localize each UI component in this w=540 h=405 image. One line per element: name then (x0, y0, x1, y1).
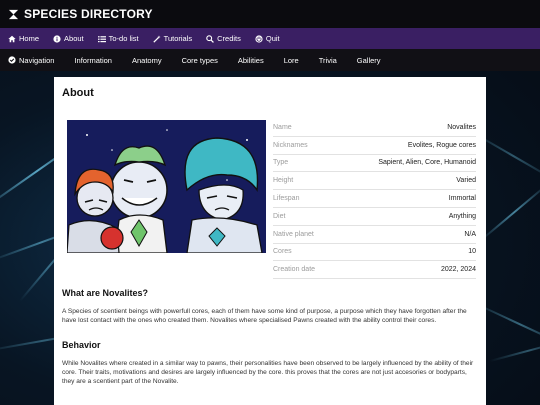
info-row-type: Type Sapient, Alien, Core, Humanoid (273, 155, 476, 173)
main-nav: Home About To-do list Tutorials Credits … (0, 28, 540, 49)
species-illustration (67, 120, 266, 253)
content-panel: About Name Novalites Nicknames Evolites,… (54, 77, 486, 405)
home-icon (8, 35, 16, 42)
info-value: 2022, 2024 (440, 266, 476, 274)
nav-tutorials[interactable]: Tutorials (152, 34, 193, 43)
info-icon (53, 34, 61, 43)
info-row-lifespan: Lifespan Immortal (273, 190, 476, 208)
wand-icon (152, 34, 161, 43)
info-value: 10 (468, 248, 476, 256)
nav-about-label: About (64, 34, 84, 43)
behavior-heading: Behavior (62, 340, 101, 350)
info-row-cores: Cores 10 (273, 244, 476, 262)
top-bar: SPECIES DIRECTORY (0, 0, 540, 28)
info-key: Type (273, 159, 289, 167)
nav-home-label: Home (19, 34, 40, 43)
info-row-height: Height Varied (273, 172, 476, 191)
hourglass-icon (8, 9, 19, 19)
subnav-navigation-label: Navigation (19, 55, 55, 65)
nav-credits-label: Credits (217, 34, 241, 43)
subnav-lore[interactable]: Lore (284, 56, 299, 65)
nav-about[interactable]: About (53, 34, 84, 43)
info-row-nicknames: Nicknames Evolites, Rogue cores (273, 137, 476, 155)
info-row-native-planet: Native planet N/A (273, 226, 476, 244)
power-icon (255, 34, 263, 43)
behavior-paragraph: While Novalites where created in a simil… (62, 360, 474, 385)
what-are-paragraph: A Species of scentient beings with power… (62, 308, 467, 324)
site-title[interactable]: SPECIES DIRECTORY (24, 7, 153, 21)
info-key: Creation date (273, 266, 316, 274)
info-key: Name (273, 123, 292, 131)
info-row-name: Name Novalites (273, 119, 476, 137)
subnav-information-label: Information (74, 55, 112, 65)
info-key: Nicknames (273, 141, 308, 149)
species-info-table: Name Novalites Nicknames Evolites, Rogue c… (273, 119, 476, 280)
subnav-core-types-label: Core types (181, 55, 218, 65)
nav-tutorials-label: Tutorials (163, 34, 193, 43)
subnav-abilities-label: Abilities (237, 55, 264, 65)
info-value: Evolites, Rogue cores (407, 141, 476, 149)
subnav-lore-label: Lore (283, 55, 299, 65)
check-icon (8, 56, 16, 64)
nav-credits[interactable]: Credits (206, 34, 241, 43)
subnav-information[interactable]: Information (74, 56, 112, 65)
nav-home[interactable]: Home (8, 34, 39, 43)
subnav-gallery[interactable]: Gallery (357, 56, 381, 65)
info-row-creation-date: Creation date 2022, 2024 (273, 261, 476, 280)
subnav-core-types[interactable]: Core types (182, 56, 218, 65)
info-value: Sapient, Alien, Core, Humanoid (378, 159, 476, 167)
info-key: Lifespan (273, 195, 300, 203)
subnav-gallery-label: Gallery (356, 55, 381, 65)
info-value: Novalites (447, 123, 476, 131)
info-key: Cores (273, 248, 292, 256)
info-value: Anything (448, 212, 476, 220)
subnav-navigation[interactable]: Navigation (8, 56, 54, 65)
info-value: N/A (464, 230, 476, 238)
list-icon (97, 35, 106, 42)
what-are-heading: What are Novalites? (62, 288, 149, 298)
nav-todo[interactable]: To-do list (97, 34, 139, 43)
subnav-anatomy[interactable]: Anatomy (132, 56, 162, 65)
subnav-trivia-label: Trivia (318, 55, 337, 65)
info-key: Native planet (273, 230, 314, 238)
page-title: About (62, 87, 94, 99)
search-icon (206, 34, 215, 43)
subnav-trivia[interactable]: Trivia (319, 56, 337, 65)
sub-nav: Navigation Information Anatomy Core type… (0, 49, 540, 71)
info-value: Varied (456, 177, 476, 185)
info-value: Immortal (448, 195, 476, 203)
subnav-anatomy-label: Anatomy (131, 55, 162, 65)
nav-quit-label: Quit (265, 34, 280, 43)
subnav-abilities[interactable]: Abilities (238, 56, 264, 65)
nav-quit[interactable]: Quit (255, 34, 280, 43)
info-row-diet: Diet Anything (273, 208, 476, 226)
info-key: Height (273, 177, 294, 185)
nav-todo-label: To-do list (108, 34, 139, 43)
info-key: Diet (273, 212, 286, 220)
